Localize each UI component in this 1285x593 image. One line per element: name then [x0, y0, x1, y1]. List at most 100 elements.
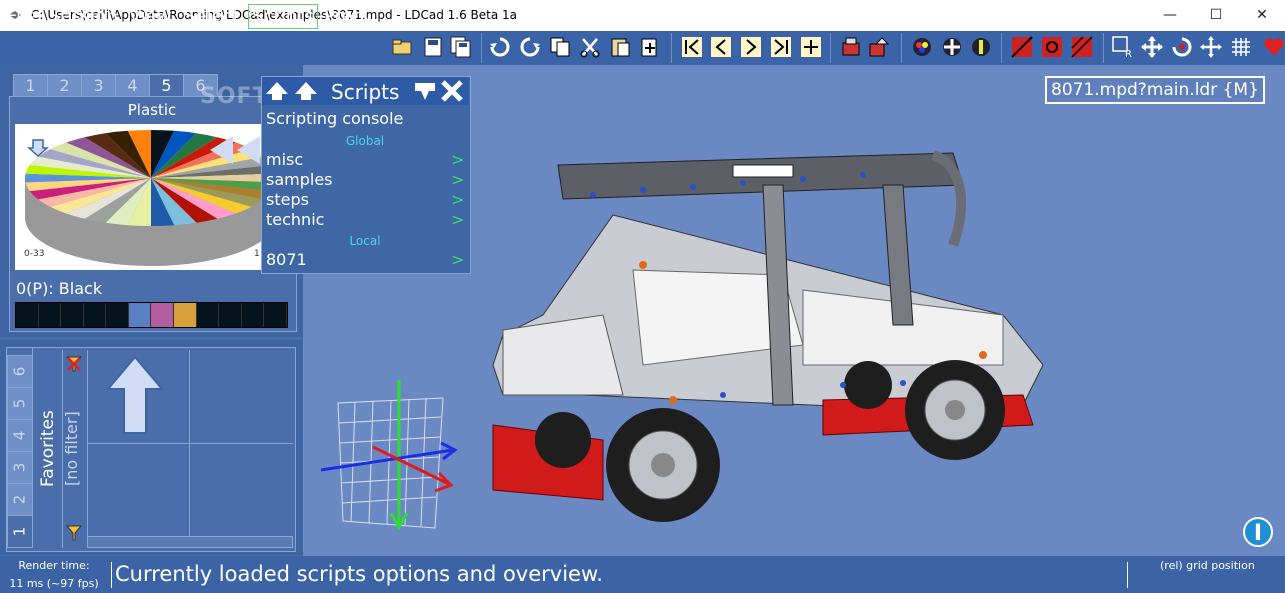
favorites-scrollbar[interactable] [87, 536, 293, 548]
pie-range-label: 0-33 [24, 249, 45, 259]
fav-tab-5[interactable]: 5 [7, 387, 33, 420]
translate-icon[interactable] [1200, 36, 1222, 58]
color-tab-2[interactable]: 2 [47, 74, 82, 98]
color-tab-4[interactable]: 4 [115, 74, 150, 98]
color-pie[interactable] [15, 124, 287, 270]
color-add-icon[interactable] [941, 36, 963, 58]
fav-tab-6[interactable]: 6 [7, 355, 33, 388]
fav-tab-4[interactable]: 4 [7, 419, 33, 452]
rotate-r-icon[interactable]: R [1112, 36, 1134, 58]
script-item-8071[interactable]: 8071 [266, 250, 466, 269]
redo-icon[interactable] [519, 36, 541, 58]
color-swatch[interactable] [174, 303, 197, 327]
prev-step-icon[interactable] [710, 36, 732, 58]
submenu-arrow-icon: > [451, 170, 465, 189]
color-swatch[interactable] [61, 303, 84, 327]
scroll-up-icon[interactable] [264, 80, 290, 102]
open-icon[interactable] [391, 36, 413, 58]
hide-other-icon[interactable] [1041, 36, 1063, 58]
save-icon[interactable] [422, 36, 444, 58]
toolbar-separator [830, 33, 831, 63]
minimize-button[interactable]: — [1147, 0, 1193, 31]
global-section-label: Global [345, 134, 385, 148]
fav-tab-1[interactable]: 1 [7, 515, 33, 548]
favorites-title: Favorites [38, 410, 58, 487]
color-swatch[interactable] [241, 303, 265, 327]
submenu-arrow-icon: > [451, 150, 465, 169]
hide-icon[interactable] [1011, 36, 1033, 58]
svg-text:R: R [1125, 49, 1132, 58]
unhide-icon[interactable] [1071, 36, 1093, 58]
pin-icon[interactable] [413, 80, 437, 102]
color-tab-1[interactable]: 1 [13, 74, 48, 98]
grid-icon[interactable] [1230, 36, 1252, 58]
status-separator [1127, 562, 1128, 588]
color-swatch[interactable] [264, 303, 287, 327]
color-tab-3[interactable]: 3 [81, 74, 116, 98]
rotate-icon[interactable] [1171, 36, 1193, 58]
clear-filter-icon[interactable] [65, 355, 83, 373]
paste-icon[interactable] [609, 36, 631, 58]
color-swatch[interactable] [219, 303, 242, 327]
color-pick-icon[interactable] [970, 36, 992, 58]
script-item-misc[interactable]: misc [266, 150, 466, 169]
maximize-button[interactable]: ☐ [1193, 0, 1239, 31]
heart-icon[interactable] [1263, 36, 1285, 58]
submenu-arrow-icon: > [451, 210, 465, 229]
next-step-icon[interactable] [740, 36, 762, 58]
front-wheel [606, 408, 720, 522]
toolbar-separator [1103, 33, 1104, 63]
filter-icon[interactable] [65, 524, 83, 542]
rear-wheel [905, 360, 1005, 460]
close-button[interactable]: ✕ [1239, 0, 1285, 31]
color-swatch[interactable] [16, 303, 39, 327]
close-popup-icon[interactable] [440, 80, 464, 102]
info-icon[interactable]: I [1243, 517, 1273, 547]
color-swatch[interactable] [38, 303, 62, 327]
scroll-top-icon[interactable] [293, 80, 319, 102]
fav-tab-3[interactable]: 3 [7, 451, 33, 484]
copy-icon[interactable] [549, 36, 571, 58]
undo-icon[interactable] [489, 36, 511, 58]
render-time-value: 11 ms (~97 fps) [9, 577, 99, 590]
current-color-label: 0(P): Black [16, 279, 103, 298]
menu-view[interactable]: View [126, 5, 175, 28]
script-item-steps[interactable]: steps [266, 190, 466, 209]
toolbar-separator [901, 33, 902, 63]
toolbar-separator [671, 33, 672, 63]
menu-prefs[interactable]: Prefs [321, 5, 371, 28]
color-swatch[interactable] [151, 303, 175, 327]
color-swatch[interactable] [106, 303, 129, 327]
cut-icon[interactable] [579, 36, 601, 58]
color-swatch[interactable] [196, 303, 220, 327]
group-icon[interactable] [840, 36, 862, 58]
color-pie-area[interactable] [15, 124, 287, 270]
submenu-arrow-icon: > [451, 250, 465, 269]
up-arrow-icon[interactable] [106, 355, 164, 435]
status-message: Currently loaded scripts options and ove… [115, 562, 603, 586]
add-step-icon[interactable] [800, 36, 822, 58]
local-section-label: Local [349, 234, 381, 248]
render-time-label: Render time: [18, 559, 90, 572]
menu-session[interactable]: Session [46, 5, 121, 28]
script-item-samples[interactable]: samples [266, 170, 466, 189]
submenu-arrow-icon: > [451, 190, 465, 209]
scripting-console-item[interactable]: Scripting console [266, 109, 403, 128]
ungroup-icon[interactable] [868, 36, 890, 58]
save-all-icon[interactable] [450, 36, 472, 58]
move-icon[interactable] [1141, 36, 1163, 58]
script-item-technic[interactable]: technic [266, 210, 466, 229]
menu-scripts[interactable]: Scripts [248, 4, 318, 29]
last-step-icon[interactable] [770, 36, 792, 58]
menu-select[interactable]: Select [181, 5, 243, 28]
model-name-label[interactable]: 8071.mpd?main.ldr {M} [1045, 76, 1265, 104]
color-swatch[interactable] [128, 303, 152, 327]
color-bin-icon[interactable] [911, 36, 933, 58]
paste-special-icon[interactable] [639, 36, 661, 58]
pie-range-label-right: 1 [254, 249, 260, 259]
menu-file[interactable]: File [4, 5, 40, 28]
color-swatch[interactable] [83, 303, 107, 327]
first-step-icon[interactable] [681, 36, 703, 58]
fav-tab-2[interactable]: 2 [7, 483, 33, 516]
color-tab-5[interactable]: 5 [149, 74, 184, 98]
